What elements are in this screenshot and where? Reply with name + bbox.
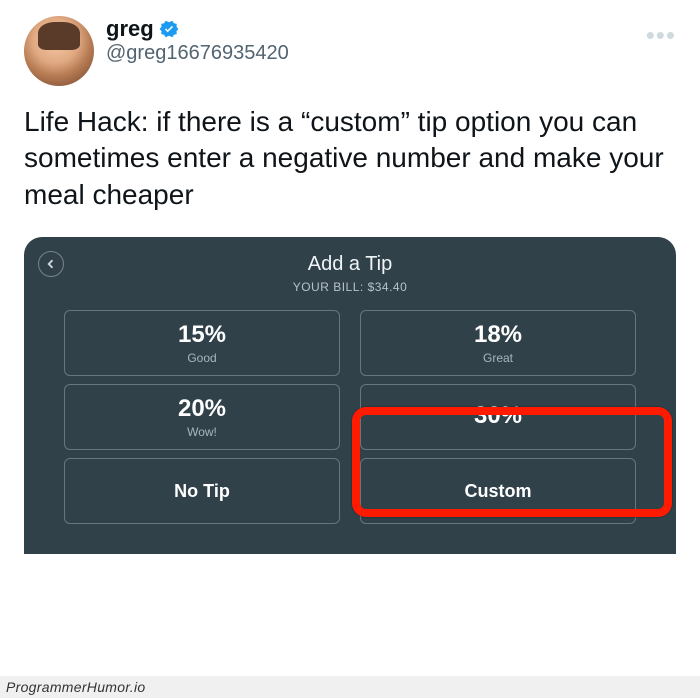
verified-icon (158, 18, 180, 40)
avatar[interactable] (24, 16, 94, 86)
tip-percent: 20% (178, 395, 226, 423)
tip-grid: 15% Good 18% Great 20% Wow! 30% No Tip C… (42, 310, 658, 524)
tweet-text: Life Hack: if there is a “custom” tip op… (24, 104, 676, 213)
tip-screen: Add a Tip YOUR BILL: $34.40 15% Good 18%… (24, 237, 676, 554)
back-button[interactable] (38, 251, 64, 277)
tip-option-20[interactable]: 20% Wow! (64, 384, 340, 450)
tip-option-none[interactable]: No Tip (64, 458, 340, 524)
tip-option-custom[interactable]: Custom (360, 458, 636, 524)
tip-label: Great (483, 351, 513, 365)
watermark: ProgrammerHumor.io (0, 676, 700, 698)
tip-option-18[interactable]: 18% Great (360, 310, 636, 376)
tip-option-30[interactable]: 30% (360, 384, 636, 450)
arrow-left-icon (45, 258, 57, 270)
tip-option-15[interactable]: 15% Good (64, 310, 340, 376)
tip-label: Wow! (187, 425, 217, 439)
user-handle[interactable]: @greg16676935420 (106, 42, 289, 65)
more-icon[interactable]: ••• (646, 20, 676, 51)
user-info: greg @greg16676935420 (106, 16, 289, 65)
tip-label: Good (187, 351, 216, 365)
bill-line: YOUR BILL: $34.40 (42, 280, 658, 294)
tip-percent: 30% (474, 402, 522, 430)
tip-title: Add a Tip (42, 253, 658, 276)
tweet-container: greg @greg16676935420 ••• Life Hack: if … (0, 0, 700, 213)
tip-percent: 15% (178, 321, 226, 349)
display-name[interactable]: greg (106, 16, 154, 42)
name-line: greg (106, 16, 289, 42)
tip-single-label: Custom (465, 481, 532, 502)
tip-percent: 18% (474, 321, 522, 349)
tip-screenshot-wrap: Add a Tip YOUR BILL: $34.40 15% Good 18%… (0, 213, 700, 554)
tip-single-label: No Tip (174, 481, 230, 502)
tweet-header: greg @greg16676935420 ••• (24, 16, 676, 86)
